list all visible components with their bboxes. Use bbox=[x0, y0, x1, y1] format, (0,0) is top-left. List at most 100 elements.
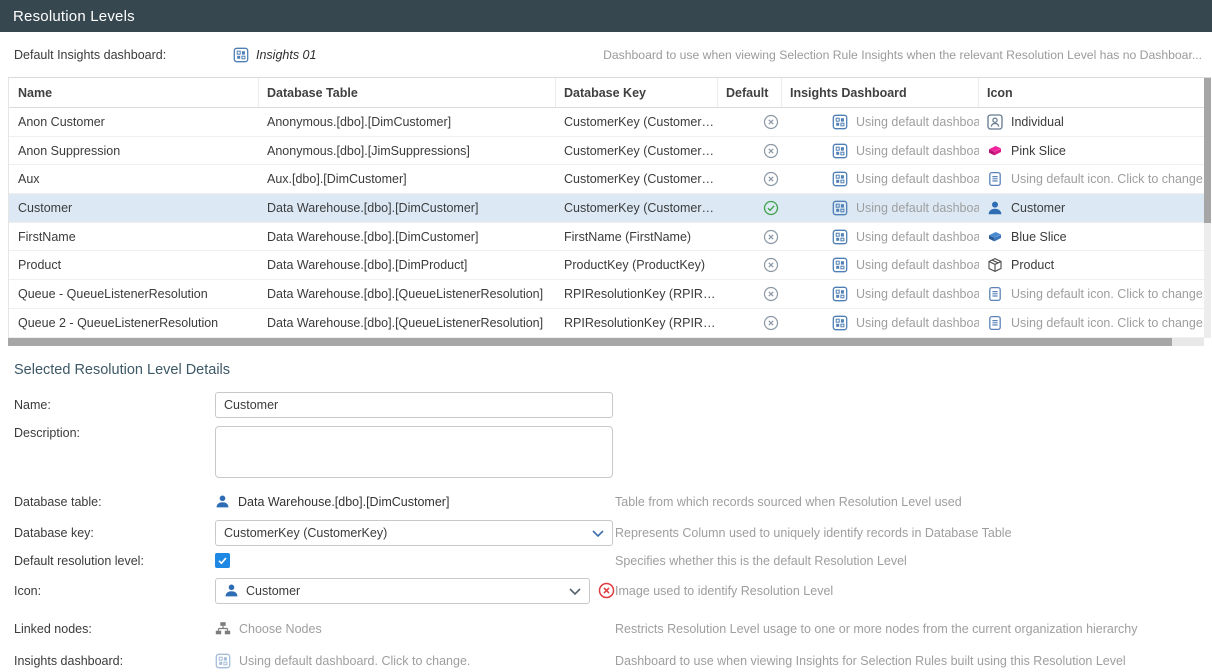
linked-nodes-label: Linked nodes: bbox=[14, 622, 215, 636]
chevron-down-icon bbox=[592, 530, 604, 538]
row-database-key: RPIResolutionKey (RPIResolutionKey) bbox=[556, 309, 718, 337]
dashboard-icon bbox=[832, 171, 848, 187]
not-default-icon bbox=[763, 143, 779, 159]
row-icon[interactable]: Individual bbox=[979, 108, 1204, 136]
dashboard-icon bbox=[832, 315, 848, 331]
row-icon[interactable]: Using default icon. Click to change. bbox=[979, 309, 1204, 337]
table-header-row: Name Database Table Database Key Default… bbox=[9, 78, 1204, 108]
row-default-indicator bbox=[718, 137, 782, 165]
insights-dashboard-button[interactable]: Using default dashboard. Click to change… bbox=[215, 653, 470, 669]
dashboard-icon bbox=[215, 653, 231, 669]
row-icon[interactable]: Using default icon. Click to change. bbox=[979, 165, 1204, 193]
row-icon[interactable]: Using default icon. Click to change. bbox=[979, 280, 1204, 308]
dashboard-icon bbox=[832, 286, 848, 302]
row-insights-dashboard[interactable]: Using default dashboard bbox=[782, 223, 979, 251]
row-database-table: Anonymous.[dbo].[DimCustomer] bbox=[259, 108, 556, 136]
table-row[interactable]: ProductData Warehouse.[dbo].[DimProduct]… bbox=[9, 251, 1204, 280]
default-check-icon bbox=[763, 200, 779, 216]
row-insights-dashboard[interactable]: Using default dashboard bbox=[782, 280, 979, 308]
row-default-indicator bbox=[718, 194, 782, 222]
row-database-table: Data Warehouse.[dbo].[DimProduct] bbox=[259, 251, 556, 279]
row-database-table: Data Warehouse.[dbo].[DimCustomer] bbox=[259, 223, 556, 251]
insights-dashboard-field-row: Insights dashboard: Using default dashbo… bbox=[14, 650, 1212, 672]
row-name: Product bbox=[9, 251, 259, 279]
default-dashboard-label: Default Insights dashboard: bbox=[14, 48, 233, 62]
details-section-title: Selected Resolution Level Details bbox=[14, 362, 1212, 378]
customer-icon bbox=[987, 200, 1003, 216]
row-default-indicator bbox=[718, 280, 782, 308]
resolution-levels-table: Name Database Table Database Key Default… bbox=[8, 77, 1211, 338]
row-name: Aux bbox=[9, 165, 259, 193]
check-icon bbox=[217, 555, 228, 566]
field-hint: Represents Column used to uniquely ident… bbox=[615, 526, 1012, 540]
icon-select[interactable]: Customer bbox=[215, 578, 590, 604]
column-header-name[interactable]: Name bbox=[9, 78, 259, 107]
dashboard-icon bbox=[832, 114, 848, 130]
table-row[interactable]: Customer Data Warehouse.[dbo].[DimCustome… bbox=[9, 194, 1204, 223]
row-default-indicator bbox=[718, 309, 782, 337]
not-default-icon bbox=[763, 229, 779, 245]
row-database-key: CustomerKey (CustomerKey) bbox=[556, 108, 718, 136]
column-header-insights-dashboard[interactable]: Insights Dashboard bbox=[782, 78, 979, 107]
row-icon[interactable]: Blue Slice bbox=[979, 223, 1204, 251]
field-hint: Dashboard to use when viewing Insights f… bbox=[615, 654, 1126, 668]
icon-clear-button[interactable] bbox=[598, 582, 615, 599]
panel-title: Resolution Levels bbox=[13, 8, 135, 25]
row-database-key: RPIResolutionKey (RPIResolutionKey) bbox=[556, 280, 718, 308]
default-level-checkbox[interactable] bbox=[215, 553, 230, 568]
blue-slice-icon bbox=[987, 229, 1003, 245]
column-header-database-key[interactable]: Database Key bbox=[556, 78, 718, 107]
table-row[interactable]: Queue - QueueListenerResolutionData Ware… bbox=[9, 280, 1204, 309]
table-row[interactable]: FirstNameData Warehouse.[dbo].[DimCustom… bbox=[9, 223, 1204, 252]
database-table-field-row: Database table: Data Warehouse.[dbo].[Di… bbox=[14, 490, 1212, 514]
row-icon[interactable]: Pink Slice bbox=[979, 137, 1204, 165]
row-database-table: Data Warehouse.[dbo].[QueueListenerResol… bbox=[259, 309, 556, 337]
description-textarea[interactable] bbox=[215, 426, 613, 478]
row-insights-dashboard[interactable]: Using default dashboard bbox=[782, 137, 979, 165]
table-body: Anon CustomerAnonymous.[dbo].[DimCustome… bbox=[9, 108, 1204, 338]
row-default-indicator bbox=[718, 165, 782, 193]
table-row[interactable]: Anon SuppressionAnonymous.[dbo].[JimSupp… bbox=[9, 137, 1204, 166]
table-row[interactable]: AuxAux.[dbo].[DimCustomer]CustomerKey (C… bbox=[9, 165, 1204, 194]
horizontal-scrollbar-thumb[interactable] bbox=[8, 338, 1172, 346]
column-header-icon[interactable]: Icon bbox=[979, 78, 1204, 107]
not-default-icon bbox=[763, 257, 779, 273]
field-hint: Restricts Resolution Level usage to one … bbox=[615, 622, 1138, 636]
row-insights-dashboard[interactable]: Using default dashboard bbox=[782, 194, 979, 222]
icon-field-row: Icon: Customer Image used to identify Re… bbox=[14, 578, 1212, 604]
table-row[interactable]: Queue 2 - QueueListenerResolutionData Wa… bbox=[9, 309, 1204, 338]
column-header-default[interactable]: Default bbox=[718, 78, 782, 107]
customer-icon bbox=[215, 494, 230, 509]
field-hint: Specifies whether this is the default Re… bbox=[615, 554, 907, 568]
database-key-select[interactable]: CustomerKey (CustomerKey) bbox=[215, 520, 613, 546]
row-insights-dashboard[interactable]: Using default dashboard bbox=[782, 165, 979, 193]
table-horizontal-scrollbar[interactable] bbox=[8, 338, 1204, 346]
row-database-table: Data Warehouse.[dbo].[DimCustomer] bbox=[259, 194, 556, 222]
row-name: FirstName bbox=[9, 223, 259, 251]
row-database-key: CustomerKey (CustomerKey) bbox=[556, 194, 718, 222]
row-icon[interactable]: Product bbox=[979, 251, 1204, 279]
row-insights-dashboard[interactable]: Using default dashboard bbox=[782, 108, 979, 136]
row-database-table: Aux.[dbo].[DimCustomer] bbox=[259, 165, 556, 193]
hierarchy-icon bbox=[215, 621, 231, 637]
dashboard-icon bbox=[832, 143, 848, 159]
name-input[interactable] bbox=[215, 392, 613, 418]
individual-icon bbox=[987, 114, 1003, 130]
table-vertical-scrollbar[interactable] bbox=[1204, 78, 1211, 338]
default-dashboard-picker[interactable]: Insights 01 bbox=[233, 47, 316, 63]
linked-nodes-button[interactable]: Choose Nodes bbox=[215, 621, 322, 637]
not-default-icon bbox=[763, 114, 779, 130]
dashboard-icon bbox=[832, 229, 848, 245]
row-insights-dashboard[interactable]: Using default dashboard bbox=[782, 251, 979, 279]
row-insights-dashboard[interactable]: Using default dashboard bbox=[782, 309, 979, 337]
column-header-database-table[interactable]: Database Table bbox=[259, 78, 556, 107]
database-table-value: Data Warehouse.[dbo].[DimCustomer] bbox=[215, 494, 449, 509]
table-row[interactable]: Anon CustomerAnonymous.[dbo].[DimCustome… bbox=[9, 108, 1204, 137]
vertical-scrollbar-thumb[interactable] bbox=[1204, 78, 1211, 223]
name-field-row: Name: bbox=[14, 392, 1212, 418]
chevron-down-icon bbox=[569, 588, 581, 596]
customer-icon bbox=[224, 583, 239, 598]
row-icon[interactable]: Customer bbox=[979, 194, 1204, 222]
default-dashboard-value: Insights 01 bbox=[256, 48, 316, 62]
row-database-key: FirstName (FirstName) bbox=[556, 223, 718, 251]
